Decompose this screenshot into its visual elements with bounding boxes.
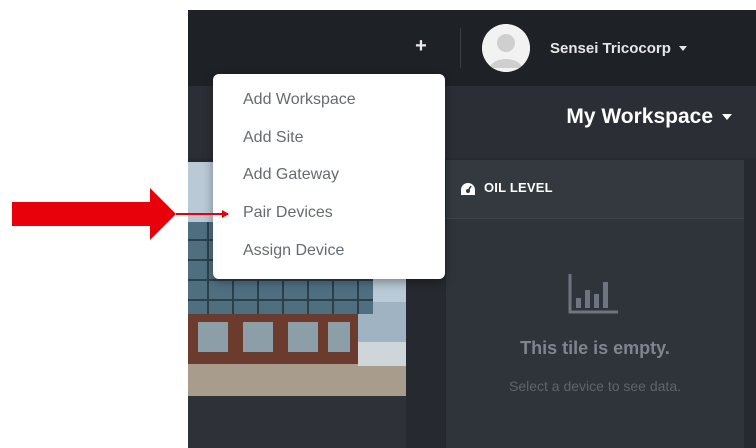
empty-state-title: This tile is empty. <box>520 338 670 358</box>
plus-icon: + <box>415 35 427 57</box>
menu-item-pair-devices[interactable]: Pair Devices <box>243 201 333 225</box>
tile-header: OIL LEVEL <box>446 160 744 219</box>
user-name: Sensei Tricocorp <box>550 39 671 57</box>
navbar-divider <box>460 28 461 68</box>
oil-level-tile: OIL LEVEL This tile is empty. Select a d… <box>446 160 744 448</box>
workspace-selector[interactable]: My Workspace <box>566 102 732 132</box>
tile-title: OIL LEVEL <box>484 180 553 195</box>
menu-item-add-workspace[interactable]: Add Workspace <box>243 88 356 112</box>
menu-item-assign-device[interactable]: Assign Device <box>243 239 344 263</box>
user-avatar-icon[interactable] <box>482 24 530 72</box>
empty-state-message: Select a device to see data. <box>509 378 681 394</box>
menu-item-add-gateway[interactable]: Add Gateway <box>243 163 339 187</box>
annotation-arrow-icon <box>12 188 229 240</box>
user-menu-toggle[interactable]: Sensei Tricocorp <box>550 34 687 62</box>
add-button[interactable]: + <box>410 32 432 60</box>
tile-footer <box>188 396 406 448</box>
chevron-down-icon <box>678 45 687 51</box>
menu-item-add-site[interactable]: Add Site <box>243 126 303 150</box>
screenshot: + Sensei Tricocorp My Workspace OIL LEVE… <box>0 0 756 448</box>
chevron-down-icon <box>722 114 732 120</box>
workspace-title: My Workspace <box>566 105 713 128</box>
add-dropdown-menu: Add Workspace Add Site Add Gateway Pair … <box>213 74 445 279</box>
bar-chart-icon <box>568 274 618 314</box>
gauge-icon <box>461 183 475 195</box>
